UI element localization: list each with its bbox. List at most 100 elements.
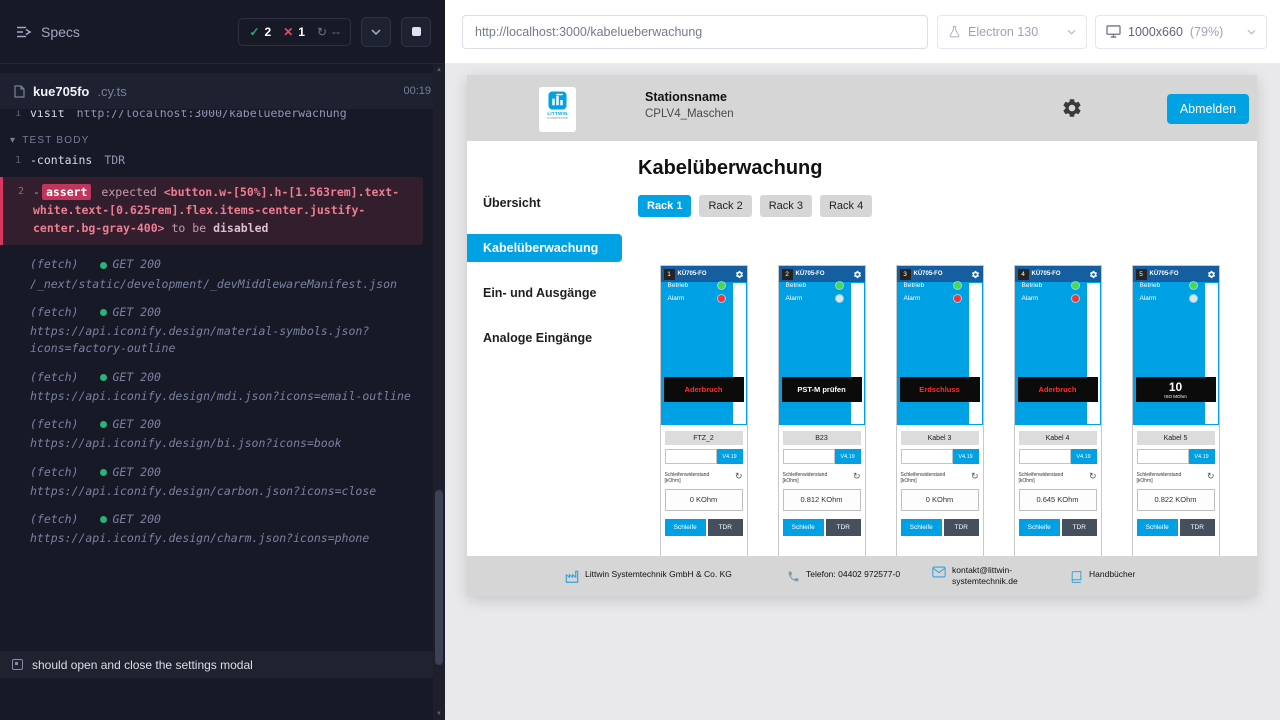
- card-gear-icon[interactable]: [971, 270, 980, 279]
- tdr-button[interactable]: TDR: [1062, 519, 1097, 536]
- refresh-icon[interactable]: ↻: [735, 472, 743, 481]
- command-number: 2: [3, 184, 33, 237]
- schleife-button[interactable]: Schleife: [665, 519, 706, 536]
- status-display: 10 ISO MOhm: [1136, 377, 1216, 402]
- refresh-icon[interactable]: ↻: [853, 472, 861, 481]
- device-status-panel: Betrieb Alarm 10 ISO MOhm: [1133, 282, 1219, 425]
- next-test-title: should open and close the settings modal: [32, 658, 253, 672]
- status-text: Aderbruch: [1039, 385, 1077, 394]
- device-card-header: 2 KÜ705-FO: [779, 266, 865, 282]
- loop-resistance-value: 0.812 KOhm: [783, 489, 861, 511]
- nav-item-kabelueberwachung[interactable]: Kabelüberwachung: [467, 234, 622, 262]
- status-display: Aderbruch: [664, 377, 744, 402]
- browser-select[interactable]: Electron 130: [937, 15, 1087, 49]
- check-icon: ✓: [249, 25, 259, 39]
- url-input[interactable]: [462, 15, 928, 49]
- scroll-down-icon[interactable]: ▼: [433, 711, 445, 717]
- name-input[interactable]: [1137, 449, 1189, 464]
- success-dot-icon: [100, 262, 107, 269]
- tab-rack-2[interactable]: Rack 2: [699, 195, 751, 217]
- refresh-icon[interactable]: ↻: [1207, 472, 1215, 481]
- fetch-log-entry[interactable]: (fetch) GET 200 /_next/static/developmen…: [0, 256, 433, 293]
- firmware-version: V4.19: [835, 449, 861, 464]
- fetch-log-entry[interactable]: (fetch) GET 200 https://api.iconify.desi…: [0, 511, 433, 548]
- card-gear-icon[interactable]: [1207, 270, 1216, 279]
- device-card-header: 3 KÜ705-FO: [897, 266, 983, 282]
- viewport-size: 1000x660: [1128, 25, 1183, 39]
- schleife-button[interactable]: Schleife: [1019, 519, 1060, 536]
- status-text: Aderbruch: [685, 385, 723, 394]
- reporter-scrollbar[interactable]: ▲ ▼: [433, 64, 445, 720]
- nav-item-ein-und-ausgaenge[interactable]: Ein- und Ausgänge: [467, 279, 622, 307]
- collapse-button[interactable]: [361, 17, 391, 47]
- device-card-header: 4 KÜ705-FO: [1015, 266, 1101, 282]
- device-number-badge: 5: [1136, 269, 1147, 280]
- loop-resistance-label: Schleifenwiderstand [kOhm]: [901, 472, 959, 485]
- tdr-button[interactable]: TDR: [826, 519, 861, 536]
- viewport-select[interactable]: 1000x660 (79%): [1095, 15, 1267, 49]
- fetch-log-entry[interactable]: (fetch) GET 200 https://api.iconify.desi…: [0, 416, 433, 453]
- status-text: PST-M prüfen: [797, 385, 845, 394]
- alarm-label: Alarm: [1022, 295, 1039, 302]
- name-input[interactable]: [783, 449, 835, 464]
- station-name: CPLV4_Maschen: [645, 108, 734, 120]
- tdr-button[interactable]: TDR: [944, 519, 979, 536]
- nav-item-analoge-eingaenge[interactable]: Analoge Eingänge: [467, 324, 622, 352]
- nav-item-uebersicht[interactable]: Übersicht: [467, 189, 622, 217]
- assert-badge: assert: [42, 184, 92, 200]
- fetch-log-entry[interactable]: (fetch) GET 200 https://api.iconify.desi…: [0, 369, 433, 406]
- logo-icon: [548, 91, 567, 110]
- test-body-section[interactable]: ▾ TEST BODY: [0, 123, 433, 150]
- name-input[interactable]: [901, 449, 953, 464]
- schleife-button[interactable]: Schleife: [1137, 519, 1178, 536]
- tdr-button[interactable]: TDR: [1180, 519, 1215, 536]
- settings-gear-icon[interactable]: [1061, 97, 1083, 124]
- footer-manuals[interactable]: Handbücher: [1070, 569, 1159, 584]
- tab-rack-3[interactable]: Rack 3: [760, 195, 812, 217]
- fetch-status-text: GET 200: [112, 416, 160, 433]
- card-gear-icon[interactable]: [735, 270, 744, 279]
- assert-expected-state: disabled: [213, 221, 268, 235]
- command-visit[interactable]: 1 visit http://localhost:3000/kabelueber…: [0, 110, 433, 123]
- card-gear-icon[interactable]: [853, 270, 862, 279]
- status-display: Erdschluss: [900, 377, 980, 402]
- device-status-panel: Betrieb Alarm Aderbruch: [661, 282, 747, 425]
- schleife-button[interactable]: Schleife: [901, 519, 942, 536]
- refresh-icon[interactable]: ↻: [1089, 472, 1097, 481]
- device-status-panel: Betrieb Alarm PST-M prüfen: [779, 282, 865, 425]
- fetch-url: /_next/static/development/_devMiddleware…: [30, 276, 419, 293]
- command-contains[interactable]: 1 -contains TDR: [0, 150, 433, 170]
- specs-menu-button[interactable]: Specs: [16, 24, 80, 40]
- spec-header[interactable]: kue705fo.cy.ts 00:19: [0, 73, 445, 109]
- betrieb-label: Betrieb: [668, 282, 689, 289]
- next-test-bar[interactable]: should open and close the settings modal: [0, 651, 433, 678]
- device-card: 3 KÜ705-FO Betrieb: [896, 265, 984, 556]
- footer-company: Littwin Systemtechnik GmbH & Co. KG: [565, 569, 757, 584]
- name-input[interactable]: [665, 449, 717, 464]
- fetch-log-entry[interactable]: (fetch) GET 200 https://api.iconify.desi…: [0, 304, 433, 358]
- scroll-up-icon[interactable]: ▲: [433, 67, 445, 73]
- stop-button[interactable]: [401, 17, 431, 47]
- footer-email-text: kontakt@littwin-systemtechnik.de: [952, 565, 1040, 588]
- name-input[interactable]: [1019, 449, 1071, 464]
- betrieb-label: Betrieb: [1140, 282, 1161, 289]
- fetch-log-entry[interactable]: (fetch) GET 200 https://api.iconify.desi…: [0, 464, 433, 501]
- failed-assert[interactable]: 2 -assert expected <button.w-[50%].h-[1.…: [0, 177, 423, 245]
- tab-rack-4[interactable]: Rack 4: [820, 195, 872, 217]
- rack-tabs: Rack 1 Rack 2 Rack 3 Rack 4: [638, 195, 1257, 217]
- loop-resistance-value: 0.822 KOhm: [1137, 489, 1215, 511]
- command-number: 1: [0, 110, 30, 120]
- scrollbar-thumb[interactable]: [435, 490, 443, 665]
- logout-button[interactable]: Abmelden: [1167, 94, 1249, 124]
- device-status-panel: Betrieb Alarm Erdschluss: [897, 282, 983, 425]
- cypress-reporter-panel: Specs ✓2 ✕1 ↻-- kue705fo.cy.ts 00:19 1 v…: [0, 0, 445, 720]
- schleife-button[interactable]: Schleife: [783, 519, 824, 536]
- fetch-label: (fetch): [30, 416, 78, 433]
- command-log[interactable]: 1 visit http://localhost:3000/kabelueber…: [0, 110, 433, 650]
- tdr-button[interactable]: TDR: [708, 519, 743, 536]
- tab-rack-1[interactable]: Rack 1: [638, 195, 691, 217]
- loop-resistance-label: Schleifenwiderstand [kOhm]: [783, 472, 841, 485]
- card-gear-icon[interactable]: [1089, 270, 1098, 279]
- chevron-down-icon: ▾: [10, 135, 16, 146]
- refresh-icon[interactable]: ↻: [971, 472, 979, 481]
